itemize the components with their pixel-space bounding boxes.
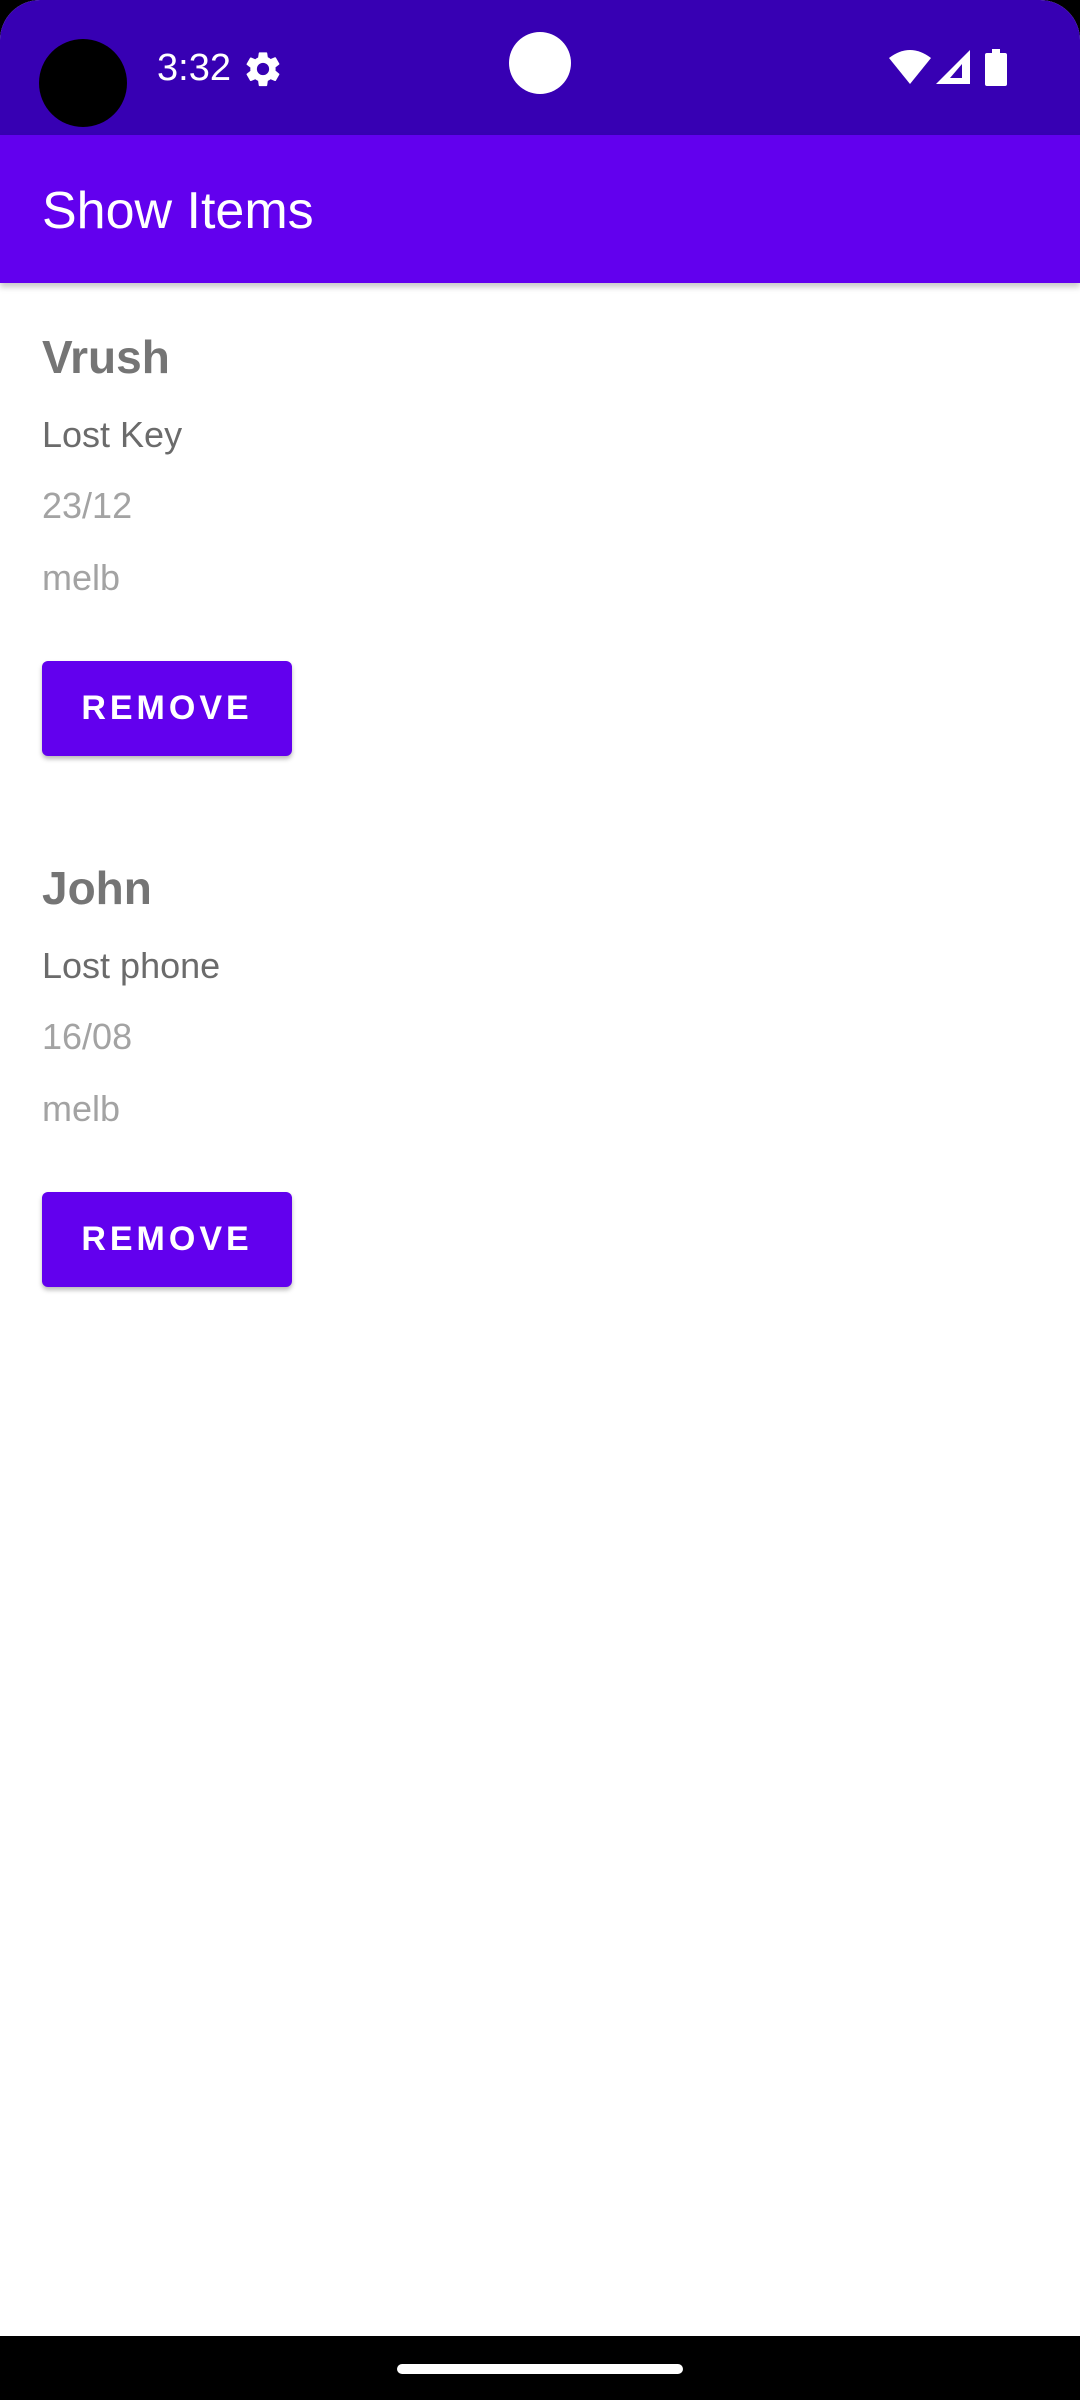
item-name: John [42,862,152,914]
page-title: Show Items [42,182,314,240]
item-description: Lost Key [42,414,183,455]
camera-cutout [39,39,127,127]
wifi-icon [889,50,931,84]
front-camera-dot [509,32,571,94]
home-gesture-handle[interactable] [397,2364,683,2374]
battery-icon [985,49,1007,86]
remove-button[interactable]: REMOVE [42,1192,292,1287]
item-description: Lost phone [42,945,221,986]
item-location: melb [42,557,121,598]
cellular-signal-icon [936,50,970,84]
navigation-bar [0,2336,1080,2400]
list-item: John Lost phone 16/08 melb REMOVE [42,814,1038,1294]
app-bar: Show Items [0,135,1080,283]
item-name: Vrush [42,331,170,383]
list-item: Vrush Lost Key 23/12 melb REMOVE [42,283,1038,763]
status-time: 3:32 [157,47,231,89]
item-location: melb [42,1088,121,1129]
status-bar: 3:32 [0,0,1080,135]
remove-button[interactable]: REMOVE [42,661,292,756]
gear-icon [246,52,280,87]
item-date: 16/08 [42,1016,133,1057]
item-date: 23/12 [42,485,133,526]
app-screen: 3:32 Show Items Vrush Lost Key 23/12 mel… [0,0,1080,2400]
